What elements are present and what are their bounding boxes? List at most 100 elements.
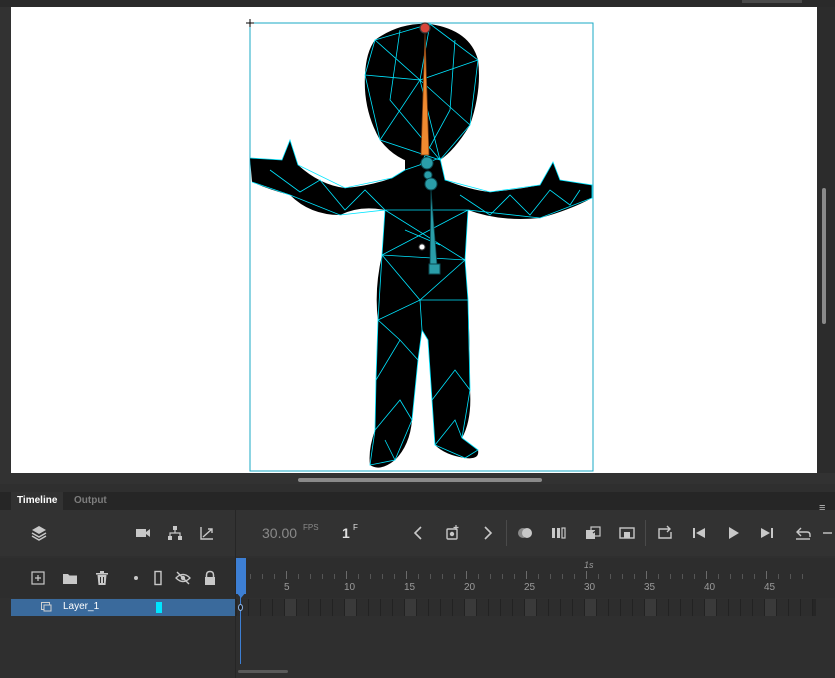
vertical-scrollbar[interactable] bbox=[817, 7, 835, 473]
tab-timeline[interactable]: Timeline bbox=[11, 492, 64, 510]
frame-cell[interactable] bbox=[741, 599, 753, 616]
stage-area bbox=[0, 0, 835, 484]
frame-cell[interactable] bbox=[573, 599, 585, 616]
frame-cell[interactable] bbox=[705, 599, 717, 616]
dot-icon[interactable] bbox=[127, 569, 145, 587]
frame-cell[interactable] bbox=[465, 599, 477, 616]
frame-cell[interactable] bbox=[681, 599, 693, 616]
delete-icon[interactable] bbox=[93, 569, 111, 587]
frame-cell[interactable] bbox=[669, 599, 681, 616]
step-forward-icon[interactable] bbox=[756, 522, 778, 544]
outline-icon[interactable] bbox=[149, 569, 167, 587]
eye-hidden-icon[interactable] bbox=[174, 569, 192, 587]
undo-icon[interactable] bbox=[792, 522, 814, 544]
new-folder-icon[interactable] bbox=[61, 569, 79, 587]
frame-cell[interactable] bbox=[561, 599, 573, 616]
frame-cell[interactable] bbox=[393, 599, 405, 616]
remove-frame-icon[interactable] bbox=[616, 522, 638, 544]
step-back-icon[interactable] bbox=[688, 522, 710, 544]
chevron-right-icon[interactable] bbox=[476, 522, 498, 544]
add-keyframe-icon[interactable] bbox=[442, 522, 464, 544]
timeline-scroll-thumb[interactable] bbox=[238, 670, 288, 673]
frame-cell[interactable] bbox=[765, 599, 777, 616]
frame-cell[interactable] bbox=[549, 599, 561, 616]
timeline-toolbar: 30.00 FPS 1 F bbox=[0, 510, 835, 556]
frame-cell[interactable] bbox=[621, 599, 633, 616]
layer-outline-color-swatch[interactable] bbox=[156, 602, 162, 613]
frame-cell[interactable] bbox=[585, 599, 597, 616]
frame-cell[interactable] bbox=[525, 599, 537, 616]
ruler-tick bbox=[778, 574, 779, 579]
frame-cell[interactable] bbox=[537, 599, 549, 616]
layer-row[interactable]: Layer_1 bbox=[11, 599, 235, 616]
keyframe-marker[interactable] bbox=[238, 604, 243, 611]
loop-icon[interactable] bbox=[654, 522, 676, 544]
frame-cell[interactable] bbox=[657, 599, 669, 616]
ruler-tick bbox=[646, 571, 647, 579]
ruler-tick bbox=[682, 574, 683, 579]
frame-cell[interactable] bbox=[777, 599, 789, 616]
layer-name[interactable]: Layer_1 bbox=[63, 601, 99, 612]
frame-cell[interactable] bbox=[345, 599, 357, 616]
frame-cell[interactable] bbox=[441, 599, 453, 616]
frame-cell[interactable] bbox=[429, 599, 441, 616]
ruler-tick bbox=[634, 574, 635, 579]
frame-cell[interactable] bbox=[753, 599, 765, 616]
frame-cell[interactable] bbox=[273, 599, 285, 616]
graph-icon[interactable] bbox=[196, 522, 218, 544]
frame-cell[interactable] bbox=[333, 599, 345, 616]
frame-cell[interactable] bbox=[405, 599, 417, 616]
stage-canvas[interactable] bbox=[11, 7, 817, 473]
frame-cell[interactable] bbox=[693, 599, 705, 616]
frame-cell[interactable] bbox=[381, 599, 393, 616]
ruler-label: 25 bbox=[524, 582, 536, 593]
new-layer-icon[interactable] bbox=[29, 569, 47, 587]
frame-grid[interactable] bbox=[236, 599, 816, 616]
onion-skin-icon[interactable] bbox=[514, 522, 536, 544]
frame-cell[interactable] bbox=[477, 599, 489, 616]
frame-cell[interactable] bbox=[369, 599, 381, 616]
frame-cell[interactable] bbox=[489, 599, 501, 616]
more-icon[interactable] bbox=[820, 522, 834, 544]
character-artwork[interactable] bbox=[11, 7, 817, 473]
lock-icon[interactable] bbox=[201, 569, 219, 587]
frame-cell[interactable] bbox=[717, 599, 729, 616]
frame-cell[interactable] bbox=[729, 599, 741, 616]
tab-output[interactable]: Output bbox=[68, 492, 113, 510]
ruler-tick bbox=[334, 574, 335, 579]
frame-cell[interactable] bbox=[609, 599, 621, 616]
ruler-tick bbox=[718, 574, 719, 579]
camera-icon[interactable] bbox=[132, 522, 154, 544]
layers-icon[interactable] bbox=[28, 522, 50, 544]
frame-cell[interactable] bbox=[645, 599, 657, 616]
top-tab bbox=[742, 0, 802, 3]
frame-cell[interactable] bbox=[501, 599, 513, 616]
frame-cell[interactable] bbox=[261, 599, 273, 616]
fps-value[interactable]: 30.00 bbox=[262, 525, 297, 541]
frame-cell[interactable] bbox=[453, 599, 465, 616]
insert-frame-icon[interactable] bbox=[582, 522, 604, 544]
playhead[interactable] bbox=[236, 558, 246, 594]
frame-cell[interactable] bbox=[417, 599, 429, 616]
edit-multiple-frames-icon[interactable] bbox=[548, 522, 570, 544]
vertical-scroll-thumb[interactable] bbox=[822, 188, 826, 324]
frame-cell[interactable] bbox=[597, 599, 609, 616]
frame-cell[interactable] bbox=[789, 599, 801, 616]
frame-cell[interactable] bbox=[309, 599, 321, 616]
frame-cell[interactable] bbox=[249, 599, 261, 616]
ruler-tick bbox=[598, 574, 599, 579]
frame-cell[interactable] bbox=[285, 599, 297, 616]
ruler-tick bbox=[742, 574, 743, 579]
chevron-left-icon[interactable] bbox=[408, 522, 430, 544]
current-frame-value[interactable]: 1 bbox=[342, 525, 350, 541]
play-icon[interactable] bbox=[722, 522, 744, 544]
frame-cell[interactable] bbox=[633, 599, 645, 616]
frame-ruler[interactable]: 1s 5 10 15 20 25 30 35 40 45 bbox=[236, 558, 835, 598]
frame-cell[interactable] bbox=[513, 599, 525, 616]
frame-cell[interactable] bbox=[357, 599, 369, 616]
hierarchy-icon[interactable] bbox=[164, 522, 186, 544]
horizontal-scroll-thumb[interactable] bbox=[298, 478, 542, 482]
frame-cell[interactable] bbox=[801, 599, 813, 616]
frame-cell[interactable] bbox=[321, 599, 333, 616]
frame-cell[interactable] bbox=[297, 599, 309, 616]
